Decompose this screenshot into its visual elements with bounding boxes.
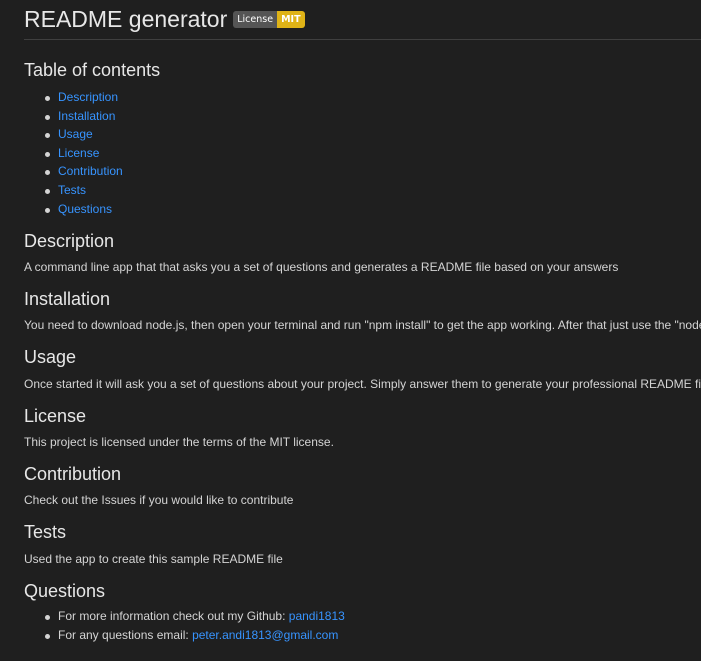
installation-text: You need to download node.js, then open … (24, 318, 701, 332)
installation-heading: Installation (24, 289, 111, 309)
toc-list: Description Installation Usage License C… (24, 88, 123, 218)
list-item: For any questions email: peter.andi1813@… (24, 626, 345, 645)
github-link[interactable]: pandi1813 (289, 609, 345, 623)
toc-link-usage[interactable]: Usage (58, 127, 93, 141)
license-badge-label: License (233, 11, 278, 28)
toc-link-license[interactable]: License (58, 146, 99, 160)
toc-heading: Table of contents (24, 60, 161, 80)
email-link[interactable]: peter.andi1813@gmail.com (192, 628, 338, 642)
toc-link-questions[interactable]: Questions (58, 202, 112, 216)
toc-link-contribution[interactable]: Contribution (58, 164, 123, 178)
license-badge-value: MIT (277, 11, 305, 28)
usage-text: Once started it will ask you a set of qu… (24, 377, 701, 391)
questions-heading: Questions (24, 581, 106, 601)
tests-text: Used the app to create this sample READM… (24, 552, 283, 566)
readme-preview: README generator License MIT Table of co… (24, 0, 701, 661)
list-item: Installation (24, 107, 123, 126)
contribution-heading: Contribution (24, 464, 122, 484)
title-row: README generator License MIT (24, 6, 305, 32)
page-title: README generator (24, 6, 228, 32)
list-item: Tests (24, 181, 123, 200)
usage-heading: Usage (24, 347, 77, 367)
toc-link-installation[interactable]: Installation (58, 109, 115, 123)
license-heading: License (24, 406, 87, 426)
description-text: A command line app that that asks you a … (24, 260, 619, 274)
list-item: Usage (24, 125, 123, 144)
list-item: Contribution (24, 162, 123, 181)
list-item: Description (24, 88, 123, 107)
questions-list: For more information check out my Github… (24, 607, 345, 645)
tests-heading: Tests (24, 522, 67, 542)
toc-link-description[interactable]: Description (58, 90, 118, 104)
github-text: For more information check out my Github… (58, 609, 289, 623)
list-item: License (24, 144, 123, 163)
list-item: For more information check out my Github… (24, 607, 345, 626)
list-item: Questions (24, 200, 123, 219)
license-badge[interactable]: License MIT (233, 11, 305, 28)
toc-link-tests[interactable]: Tests (58, 183, 86, 197)
license-text: This project is licensed under the terms… (24, 435, 334, 449)
description-heading: Description (24, 231, 115, 251)
contribution-text: Check out the Issues if you would like t… (24, 493, 294, 507)
email-text: For any questions email: (58, 628, 193, 642)
title-divider (24, 39, 701, 40)
